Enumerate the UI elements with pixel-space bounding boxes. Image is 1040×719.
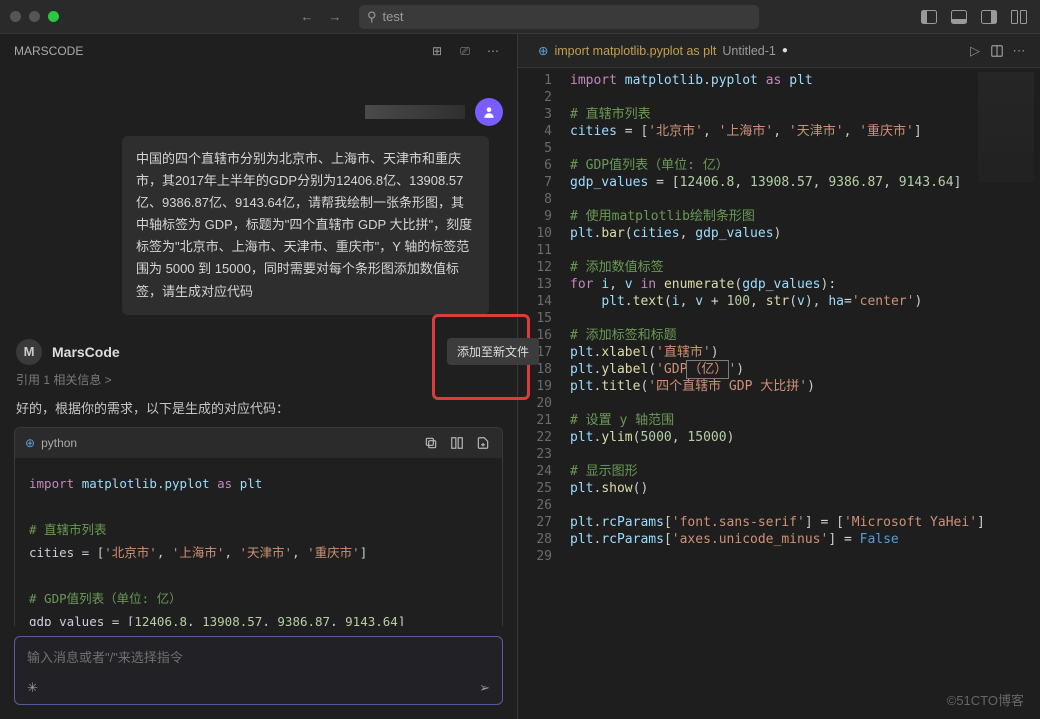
tab-filename: Untitled-1 xyxy=(722,44,776,58)
code-line[interactable] xyxy=(570,548,985,565)
code-editor[interactable]: 1234567891011121314151617181920212223242… xyxy=(518,68,1040,719)
code-line[interactable]: plt.bar(cities, gdp_values) xyxy=(570,225,985,242)
code-line[interactable] xyxy=(570,140,985,157)
zoom-dot[interactable] xyxy=(48,11,59,22)
assistant-name: MarsCode xyxy=(52,344,120,360)
code-line[interactable]: plt.show() xyxy=(570,480,985,497)
assistant-reply-text: 好的，根据你的需求，以下是生成的对应代码： xyxy=(16,398,501,417)
search-text: test xyxy=(383,9,404,24)
tab-dirty-dot: ● xyxy=(782,45,788,56)
citation-link[interactable]: 引用 1 相关信息 > xyxy=(16,371,503,388)
code-line[interactable]: # 添加数值标签 xyxy=(570,259,985,276)
minimap[interactable] xyxy=(978,72,1034,182)
min-dot[interactable] xyxy=(29,11,40,22)
code-line[interactable] xyxy=(570,497,985,514)
copy-code-icon[interactable] xyxy=(422,434,440,452)
editor-panel: ⊕ import matplotlib.pyplot as plt Untitl… xyxy=(518,34,1040,719)
code-lang-label: python xyxy=(41,436,77,450)
code-line[interactable]: cities = ['北京市', '上海市', '天津市', '重庆市'] xyxy=(570,123,985,140)
code-line[interactable] xyxy=(570,446,985,463)
command-search[interactable]: ⚲ test xyxy=(359,5,759,29)
layout-icon-3[interactable] xyxy=(978,6,1000,28)
code-line[interactable]: import matplotlib.pyplot as plt xyxy=(570,72,985,89)
code-line[interactable]: gdp_values = [12406.8, 13908.57, 9386.87… xyxy=(570,174,985,191)
code-line[interactable]: for i, v in enumerate(gdp_values): xyxy=(570,276,985,293)
search-icon: ⚲ xyxy=(367,9,377,25)
code-line[interactable]: # GDP值列表（单位: 亿） xyxy=(570,157,985,174)
run-icon[interactable]: ▷ xyxy=(964,40,986,62)
user-avatar xyxy=(475,98,503,126)
new-chat-icon[interactable]: ⊞ xyxy=(427,44,447,59)
tab-more-icon[interactable]: ⋯ xyxy=(1008,40,1030,62)
settings-icon[interactable]: ⎚ xyxy=(455,44,475,59)
code-block: ⊕ python import matplotlib.p xyxy=(14,427,503,626)
python-file-icon: ⊕ xyxy=(538,43,548,58)
code-line[interactable]: plt.rcParams['axes.unicode_minus'] = Fal… xyxy=(570,531,985,548)
chat-panel: MARSCODE ⊞ ⎚ ⋯ 中国的四个直辖市分别为北京市、上海市、天津市和重庆… xyxy=(0,34,518,719)
nav-back-icon[interactable]: ← xyxy=(293,5,321,29)
user-message: 中国的四个直辖市分别为北京市、上海市、天津市和重庆市，其2017年上半年的GDP… xyxy=(122,136,489,315)
close-dot[interactable] xyxy=(10,11,21,22)
layout-icon-4[interactable] xyxy=(1008,6,1030,28)
code-line[interactable]: # 显示图形 xyxy=(570,463,985,480)
code-line[interactable] xyxy=(570,89,985,106)
code-line[interactable]: # 设置 y 轴范围 xyxy=(570,412,985,429)
code-line[interactable]: plt.ylabel('GDP（亿）') xyxy=(570,361,985,378)
code-line[interactable] xyxy=(570,242,985,259)
code-line[interactable]: plt.xlabel('直辖市') xyxy=(570,344,985,361)
assistant-avatar: M xyxy=(16,339,42,365)
code-line[interactable]: # 添加标签和标题 xyxy=(570,327,985,344)
chat-input[interactable]: 输入消息或者"/"来选择指令 ✳ ➢ xyxy=(14,636,503,705)
add-to-new-file-icon[interactable] xyxy=(474,434,492,452)
code-line[interactable]: plt.ylim(5000, 15000) xyxy=(570,429,985,446)
tab-preview-text: import matplotlib.pyplot as plt xyxy=(554,44,716,58)
user-name-redacted xyxy=(365,105,465,119)
code-area[interactable]: import matplotlib.pyplot as plt # 直辖市列表c… xyxy=(564,68,985,719)
code-line[interactable] xyxy=(570,310,985,327)
more-icon[interactable]: ⋯ xyxy=(483,44,503,59)
code-line[interactable]: # 直辖市列表 xyxy=(570,106,985,123)
split-editor-icon[interactable] xyxy=(986,40,1008,62)
code-line[interactable] xyxy=(570,395,985,412)
chat-input-placeholder: 输入消息或者"/"来选择指令 xyxy=(27,647,490,666)
panel-title: MARSCODE xyxy=(14,44,83,58)
window-controls xyxy=(10,11,59,22)
line-gutter: 1234567891011121314151617181920212223242… xyxy=(518,68,564,719)
loading-icon: ✳ xyxy=(27,680,38,696)
insert-code-icon[interactable] xyxy=(448,434,466,452)
tooltip-add-to-new-file: 添加至新文件 xyxy=(447,338,539,365)
code-line[interactable]: plt.title('四个直辖市 GDP 大比拼') xyxy=(570,378,985,395)
code-line[interactable]: plt.text(i, v + 100, str(v), ha='center'… xyxy=(570,293,985,310)
titlebar: ← → ⚲ test xyxy=(0,0,1040,34)
editor-tab[interactable]: ⊕ import matplotlib.pyplot as plt Untitl… xyxy=(528,34,798,68)
send-icon[interactable]: ➢ xyxy=(479,680,490,696)
code-line[interactable]: # 使用matplotlib绘制条形图 xyxy=(570,208,985,225)
code-line[interactable] xyxy=(570,191,985,208)
code-line[interactable]: plt.rcParams['font.sans-serif'] = ['Micr… xyxy=(570,514,985,531)
code-content: import matplotlib.pyplot as plt # 直辖市列表 … xyxy=(15,458,502,626)
layout-icon-2[interactable] xyxy=(948,6,970,28)
nav-forward-icon[interactable]: → xyxy=(321,5,349,29)
watermark: ©51CTO博客 xyxy=(947,690,1024,709)
layout-icon-1[interactable] xyxy=(918,6,940,28)
